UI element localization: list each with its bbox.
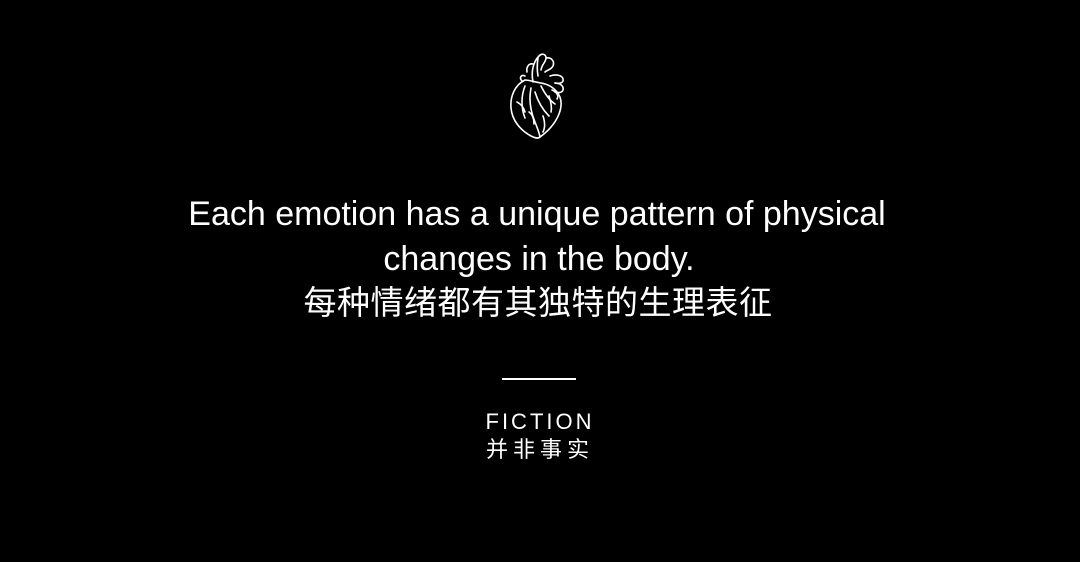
quote-english-line-2: changes in the body.: [383, 240, 695, 278]
anatomical-heart-icon: [510, 53, 564, 139]
quote-english-line-1: Each emotion has a unique pattern of phy…: [188, 195, 886, 233]
quote-slide: Each emotion has a unique pattern of phy…: [0, 0, 1080, 562]
tag-chinese: 并非事实: [485, 437, 594, 462]
divider: [502, 378, 576, 380]
quote-chinese: 每种情绪都有其独特的生理表征: [303, 284, 773, 321]
tag-english: FICTION: [485, 409, 595, 434]
